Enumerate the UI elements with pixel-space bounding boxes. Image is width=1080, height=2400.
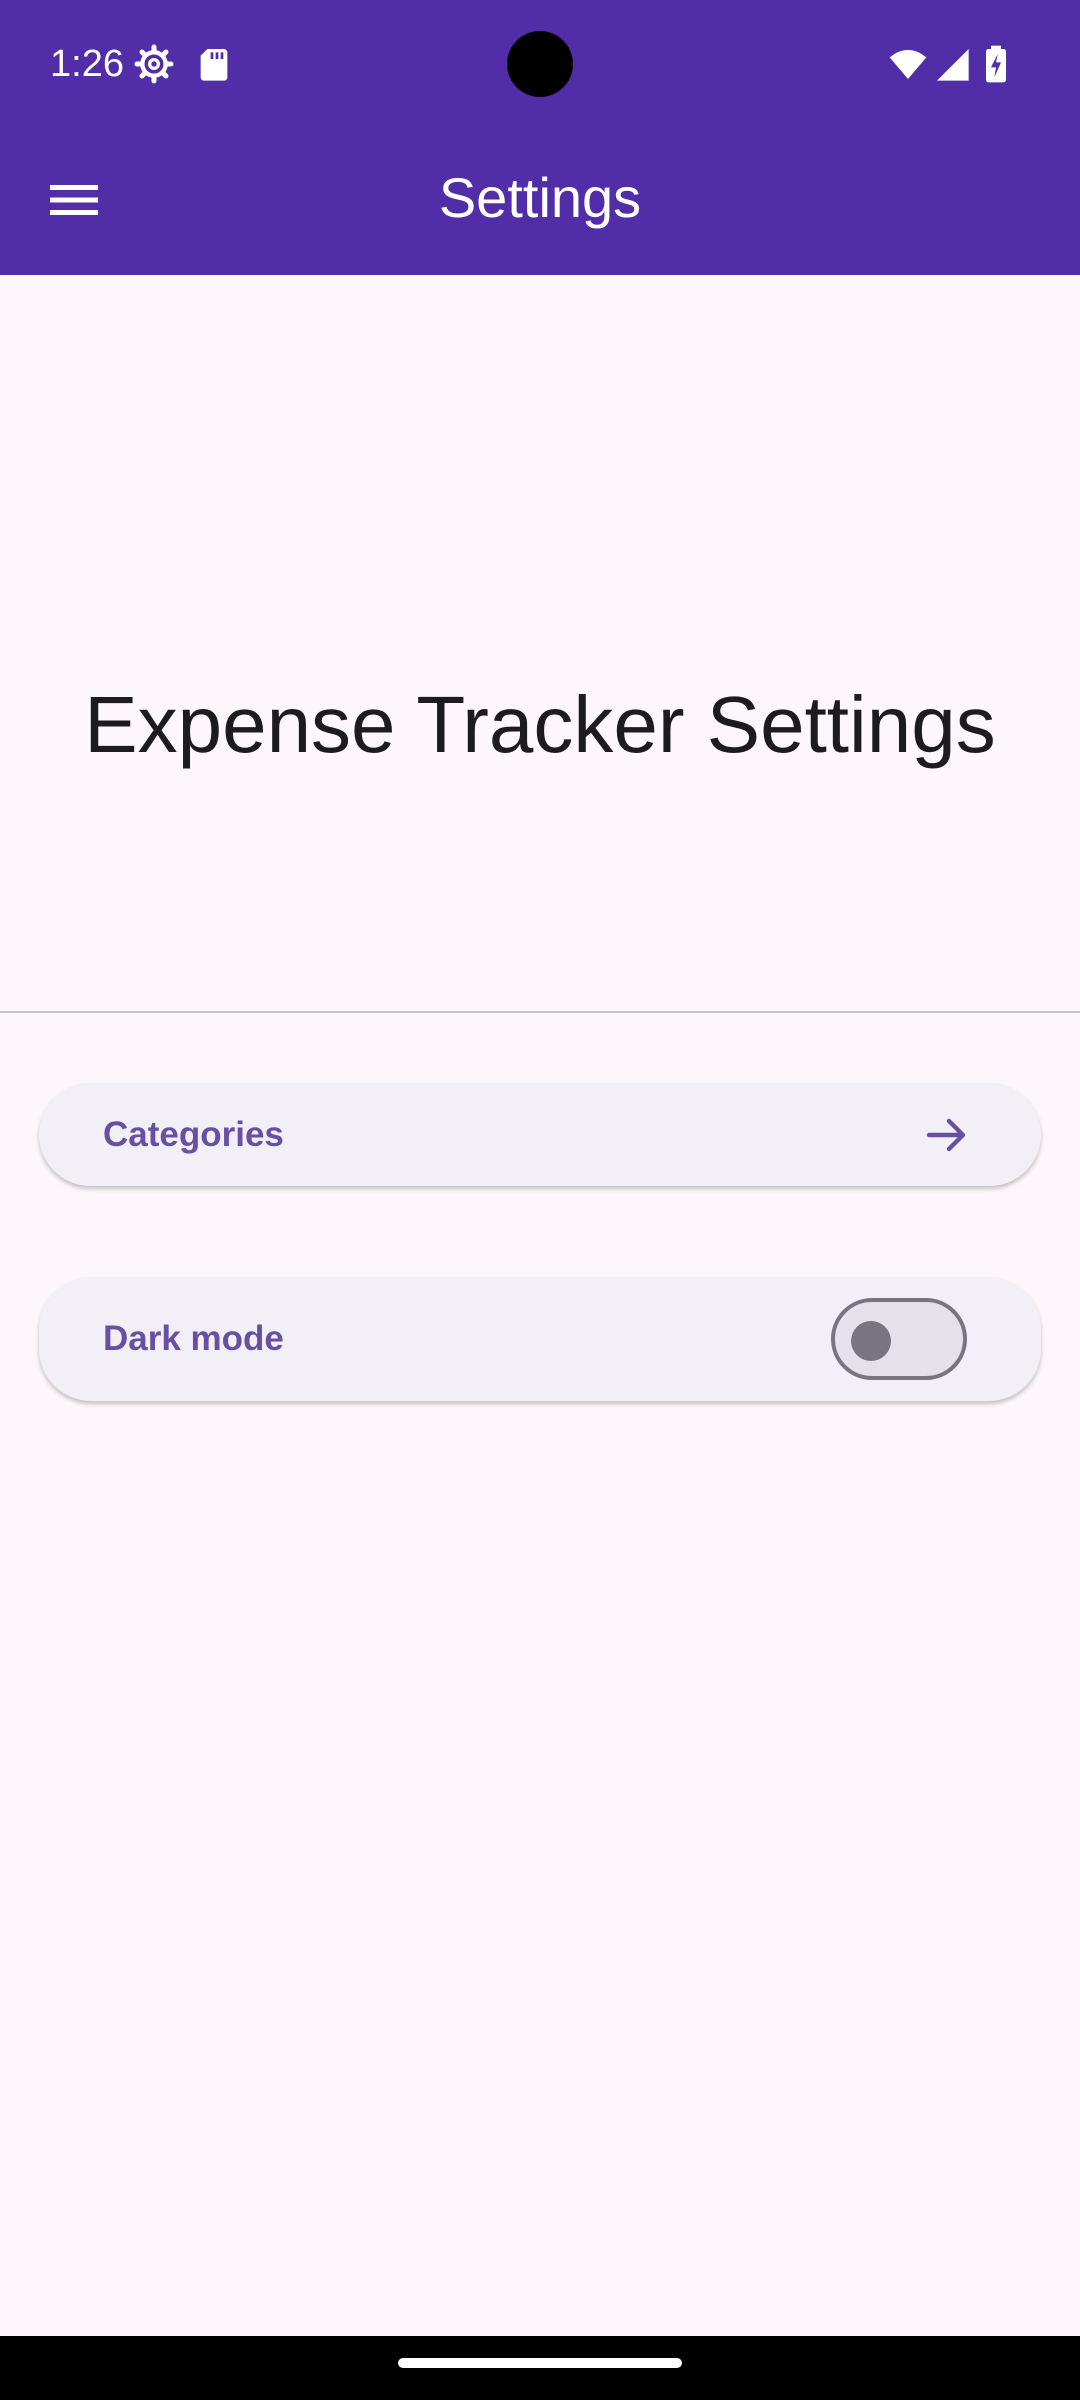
status-time: 1:26 <box>50 43 124 85</box>
arrow-right-icon <box>926 1118 966 1151</box>
wifi-icon <box>889 49 927 79</box>
app-bar-title: Settings <box>438 166 642 229</box>
top-bar: 1:26 Settings <box>0 0 1080 275</box>
divider <box>0 1011 1080 1013</box>
dark-mode-switch[interactable] <box>831 1298 967 1380</box>
system-navigation-bar <box>0 2336 1080 2400</box>
categories-label: Categories <box>103 1114 284 1154</box>
switch-knob <box>851 1321 891 1361</box>
settings-gear-icon <box>134 44 174 84</box>
dark-mode-item: Dark mode <box>39 1277 1041 1401</box>
signal-icon <box>937 49 969 81</box>
battery-charging-icon <box>986 45 1006 83</box>
categories-item[interactable]: Categories <box>39 1083 1041 1186</box>
camera-cutout <box>507 31 573 97</box>
sd-card-icon <box>200 49 228 81</box>
home-indicator[interactable] <box>398 2358 682 2368</box>
app-bar: Settings <box>0 130 1080 275</box>
page-heading: Expense Tracker Settings <box>84 680 996 769</box>
dark-mode-label: Dark mode <box>103 1319 284 1358</box>
status-bar: 1:26 <box>0 0 1080 130</box>
